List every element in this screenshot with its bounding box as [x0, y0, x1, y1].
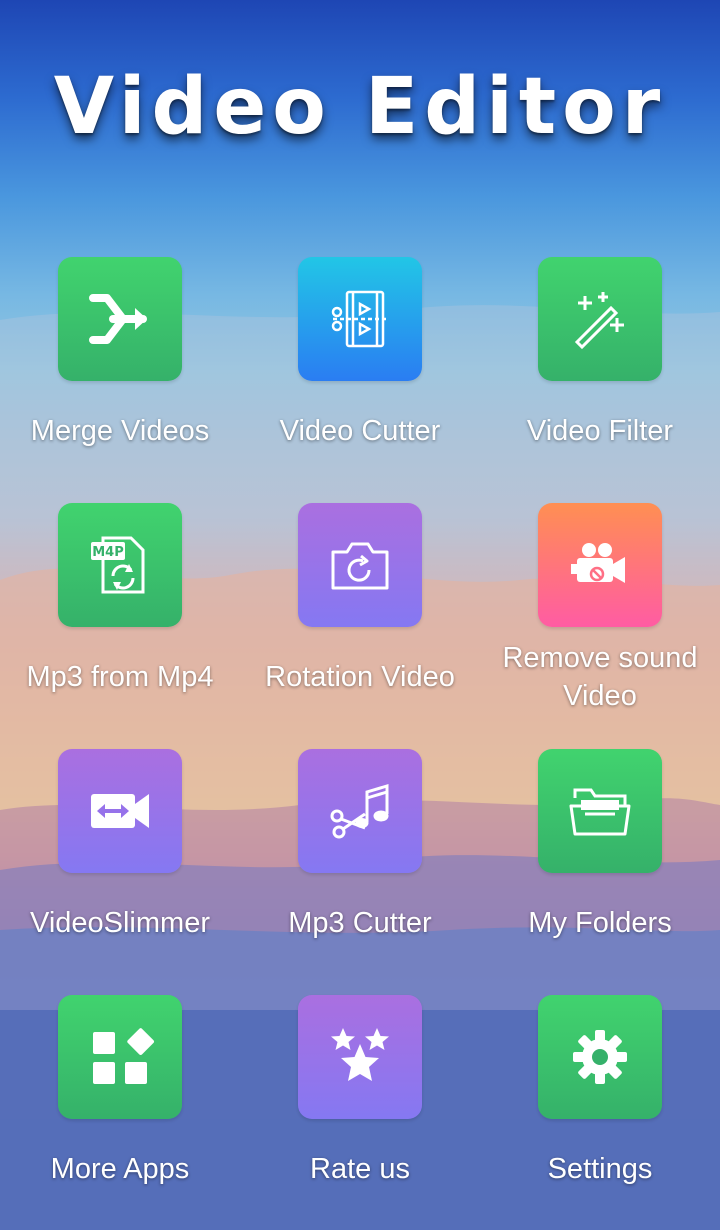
my-folders-button[interactable] [538, 749, 662, 873]
remove-sound-video-label: Remove sound Video [502, 642, 698, 712]
app-title: Video Editor [53, 62, 667, 152]
remove-sound-video-button[interactable] [538, 503, 662, 627]
apps-grid-icon [85, 1022, 155, 1092]
mp3-from-mp4-button[interactable]: M4P [58, 503, 182, 627]
magic-wand-icon [565, 284, 635, 354]
merge-videos-button[interactable] [58, 257, 182, 381]
video-filter-button[interactable] [538, 257, 662, 381]
my-folders-label: My Folders [528, 907, 672, 939]
settings-label: Settings [547, 1153, 653, 1185]
rate-us-label: Rate us [310, 1153, 410, 1185]
video-slimmer-button[interactable] [58, 749, 182, 873]
merge-icon [85, 284, 155, 354]
rotation-video-button[interactable] [298, 503, 422, 627]
video-cut-icon [325, 284, 395, 354]
video-filter-label: Video Filter [526, 415, 674, 447]
rotation-video-label: Rotation Video [265, 661, 455, 693]
merge-videos-label: Merge Videos [30, 415, 210, 447]
m4p-convert-icon: M4P [85, 530, 155, 600]
video-cutter-label: Video Cutter [279, 415, 441, 447]
video-slimmer-label: VideoSlimmer [30, 907, 210, 939]
mp3-from-mp4-label: Mp3 from Mp4 [26, 661, 214, 693]
settings-button[interactable] [538, 995, 662, 1119]
video-compress-icon [85, 776, 155, 846]
folder-icon [565, 776, 635, 846]
more-apps-label: More Apps [50, 1153, 190, 1185]
more-apps-button[interactable] [58, 995, 182, 1119]
stars-icon [325, 1022, 395, 1092]
camera-rotate-icon [325, 530, 395, 600]
mute-video-camera-icon [565, 530, 635, 600]
gear-icon [565, 1022, 635, 1092]
mp3-cutter-label: Mp3 Cutter [288, 907, 432, 939]
music-cut-icon [325, 776, 395, 846]
rate-us-button[interactable] [298, 995, 422, 1119]
video-cutter-button[interactable] [298, 257, 422, 381]
m4p-badge-text: M4P [92, 545, 124, 560]
mp3-cutter-button[interactable] [298, 749, 422, 873]
